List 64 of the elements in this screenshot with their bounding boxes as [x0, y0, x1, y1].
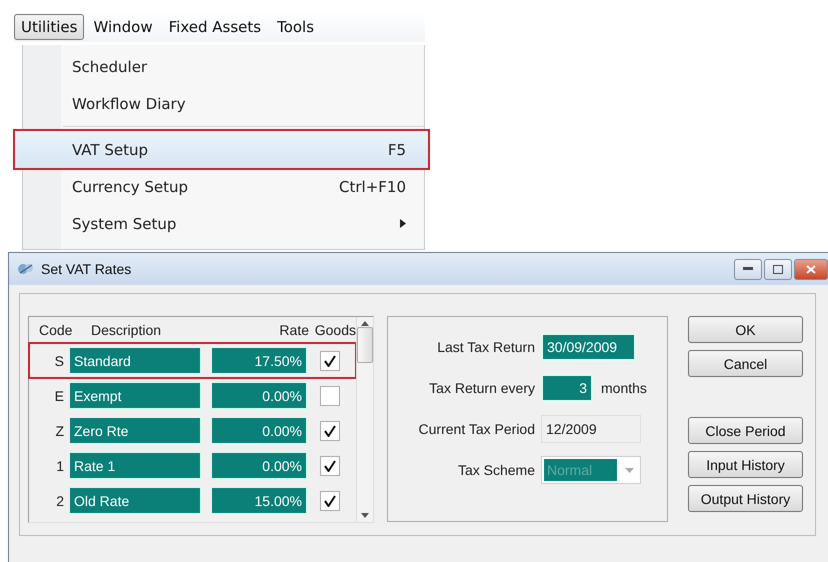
shortcut-text: F5 [388, 140, 406, 158]
field-label: Current Tax Period [418, 421, 536, 437]
action-button[interactable]: Input History [688, 451, 803, 478]
close-icon [806, 264, 816, 274]
check-icon [324, 460, 336, 472]
unit-label: months [601, 380, 647, 396]
maximize-button[interactable] [764, 258, 792, 280]
goods-checkbox[interactable] [320, 386, 340, 406]
minimize-icon [743, 267, 753, 271]
submenu-arrow-icon [400, 219, 406, 228]
check-icon [324, 494, 336, 506]
rate-field[interactable]: 0.00% [211, 382, 307, 409]
goods-checkbox[interactable] [320, 420, 340, 440]
code-cell-text: E [54, 388, 65, 404]
window-title: Set VAT Rates [41, 261, 132, 277]
action-button[interactable]: Close Period [688, 417, 803, 444]
minimize-button[interactable] [734, 258, 762, 280]
scrollbar[interactable] [356, 317, 373, 522]
menu-title[interactable]: Window [86, 14, 160, 40]
rate-field[interactable]: 0.00% [211, 452, 307, 479]
description-field[interactable]: Zero Rte [69, 417, 201, 444]
code-cell-text: Z [54, 422, 65, 438]
goods-checkbox[interactable] [320, 490, 340, 510]
field-label: Tax Return every [428, 380, 536, 396]
date-field[interactable]: 30/09/2009 [541, 333, 636, 361]
field-label: Last Tax Return [436, 339, 536, 355]
scroll-thumb[interactable] [357, 326, 373, 362]
menu-item[interactable]: Workflow Diary [23, 85, 424, 122]
field-label: Tax Scheme [456, 462, 536, 478]
description-field[interactable]: Old Rate [69, 487, 201, 514]
number-field[interactable]: 3 [541, 374, 593, 402]
code-cell-text: S [54, 352, 65, 368]
scroll-down-icon[interactable] [361, 513, 369, 518]
check-icon [324, 424, 336, 436]
goods-checkbox[interactable] [320, 350, 340, 370]
check-icon [324, 354, 336, 366]
maximize-icon [773, 264, 783, 274]
description-field[interactable]: Standard [69, 347, 201, 374]
dialog-button[interactable]: Cancel [688, 350, 803, 377]
rate-field[interactable]: 17.50% [211, 347, 307, 374]
dropdown-arrow-icon [625, 468, 634, 472]
code-cell-text: 1 [55, 458, 65, 474]
menu-title[interactable]: Fixed Assets [162, 14, 268, 40]
rate-field[interactable]: 0.00% [211, 417, 307, 444]
menu-item[interactable]: Scheduler [23, 48, 424, 85]
column-header: Rate [278, 322, 309, 338]
menu-item[interactable]: VAT Setup F5 [15, 131, 428, 168]
code-cell-text: 2 [55, 492, 65, 508]
column-header: Goods [314, 322, 356, 338]
menu-title[interactable]: Tools [270, 14, 322, 40]
column-header: Description [90, 322, 162, 338]
description-field[interactable]: Exempt [69, 382, 201, 409]
dialog-button[interactable]: OK [688, 316, 803, 343]
app-icon [17, 261, 35, 277]
menu-title[interactable]: Utilities [14, 14, 84, 40]
menu-item[interactable]: System Setup [23, 205, 424, 242]
action-button[interactable]: Output History [688, 485, 803, 512]
description-field[interactable]: Rate 1 [69, 452, 201, 479]
rate-field[interactable]: 15.00% [211, 487, 307, 514]
goods-checkbox[interactable] [320, 456, 340, 476]
menu-item[interactable]: Currency Setup Ctrl+F10 [23, 168, 424, 205]
period-field: 12/2009 [541, 415, 641, 443]
close-button[interactable] [794, 258, 828, 280]
shortcut-text: Ctrl+F10 [339, 178, 406, 196]
